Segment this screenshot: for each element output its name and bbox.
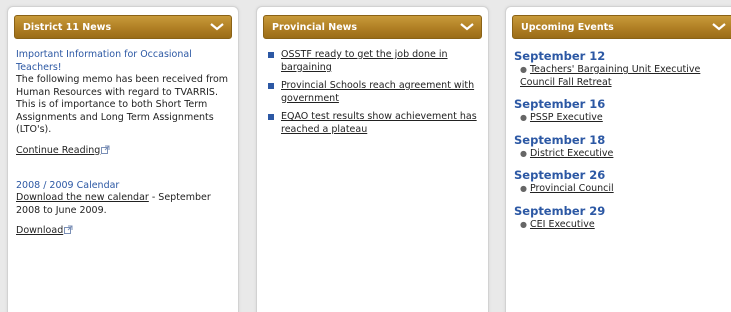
event-entry: September 29 ● CEI Executive bbox=[514, 204, 731, 232]
download-calendar-link[interactable]: Download the new calendar bbox=[16, 192, 149, 203]
event-date: September 16 bbox=[514, 97, 606, 111]
event-entry: September 26 ● Provincial Council bbox=[514, 168, 731, 196]
external-link-icon bbox=[64, 225, 73, 237]
event-date: September 12 bbox=[514, 49, 606, 63]
event-link[interactable]: District Executive bbox=[530, 148, 613, 159]
continue-reading-link[interactable]: Continue Reading bbox=[16, 145, 100, 156]
event-date: September 26 bbox=[514, 168, 606, 182]
news-link[interactable]: Provincial Schools reach agreement with … bbox=[281, 80, 474, 104]
list-item: EQAO test results show achievement has r… bbox=[265, 111, 480, 136]
chevron-down-icon[interactable] bbox=[711, 21, 727, 33]
event-link[interactable]: PSSP Executive bbox=[530, 112, 603, 123]
event-entry: September 16 ● PSSP Executive bbox=[514, 97, 731, 125]
download-link[interactable]: Download bbox=[16, 225, 63, 236]
external-link-icon bbox=[101, 145, 110, 158]
chevron-down-icon[interactable] bbox=[459, 21, 475, 33]
event-entry: September 18 ● District Executive bbox=[514, 133, 731, 161]
event-link[interactable]: Teachers' Bargaining Unit Executive Coun… bbox=[520, 64, 700, 88]
district-news-header[interactable]: District 11 News bbox=[14, 15, 232, 39]
bullet-icon: ● bbox=[520, 65, 527, 74]
list-item: Provincial Schools reach agreement with … bbox=[265, 80, 480, 105]
event-link[interactable]: Provincial Council bbox=[530, 183, 614, 194]
bullet-icon: ● bbox=[520, 219, 527, 229]
provincial-news-panel: Provincial News OSSTF ready to get the j… bbox=[256, 6, 489, 312]
chevron-down-icon[interactable] bbox=[209, 21, 225, 33]
district-news-panel: District 11 News Important Information f… bbox=[7, 6, 239, 312]
square-bullet-icon bbox=[268, 114, 274, 120]
calendar-title: 2008 / 2009 Calendar bbox=[16, 179, 120, 191]
provincial-news-title: Provincial News bbox=[272, 21, 358, 33]
upcoming-events-title: Upcoming Events bbox=[521, 21, 614, 33]
upcoming-events-header[interactable]: Upcoming Events bbox=[512, 15, 731, 39]
upcoming-events-panel: Upcoming Events September 12 ● Teachers' … bbox=[505, 6, 731, 312]
news-link[interactable]: OSSTF ready to get the job done in barga… bbox=[281, 49, 448, 73]
article-title[interactable]: Important Information for Occasional Tea… bbox=[16, 49, 230, 74]
bullet-icon: ● bbox=[520, 148, 527, 158]
bullet-icon: ● bbox=[520, 184, 527, 193]
event-link[interactable]: CEI Executive bbox=[530, 219, 595, 230]
provincial-news-list: OSSTF ready to get the job done in barga… bbox=[265, 49, 480, 136]
event-date: September 18 bbox=[514, 132, 606, 147]
event-date: September 29 bbox=[514, 203, 606, 218]
list-item: OSSTF ready to get the job done in barga… bbox=[265, 49, 480, 74]
square-bullet-icon bbox=[268, 83, 274, 89]
article-body: The following memo has been received fro… bbox=[16, 74, 229, 135]
provincial-news-header[interactable]: Provincial News bbox=[263, 15, 482, 39]
square-bullet-icon bbox=[268, 52, 274, 58]
bullet-icon: ● bbox=[520, 113, 527, 122]
event-entry: September 12 ● Teachers' Bargaining Unit … bbox=[514, 49, 731, 89]
district-news-title: District 11 News bbox=[23, 21, 112, 33]
news-link[interactable]: EQAO test results show achievement has r… bbox=[281, 111, 477, 135]
